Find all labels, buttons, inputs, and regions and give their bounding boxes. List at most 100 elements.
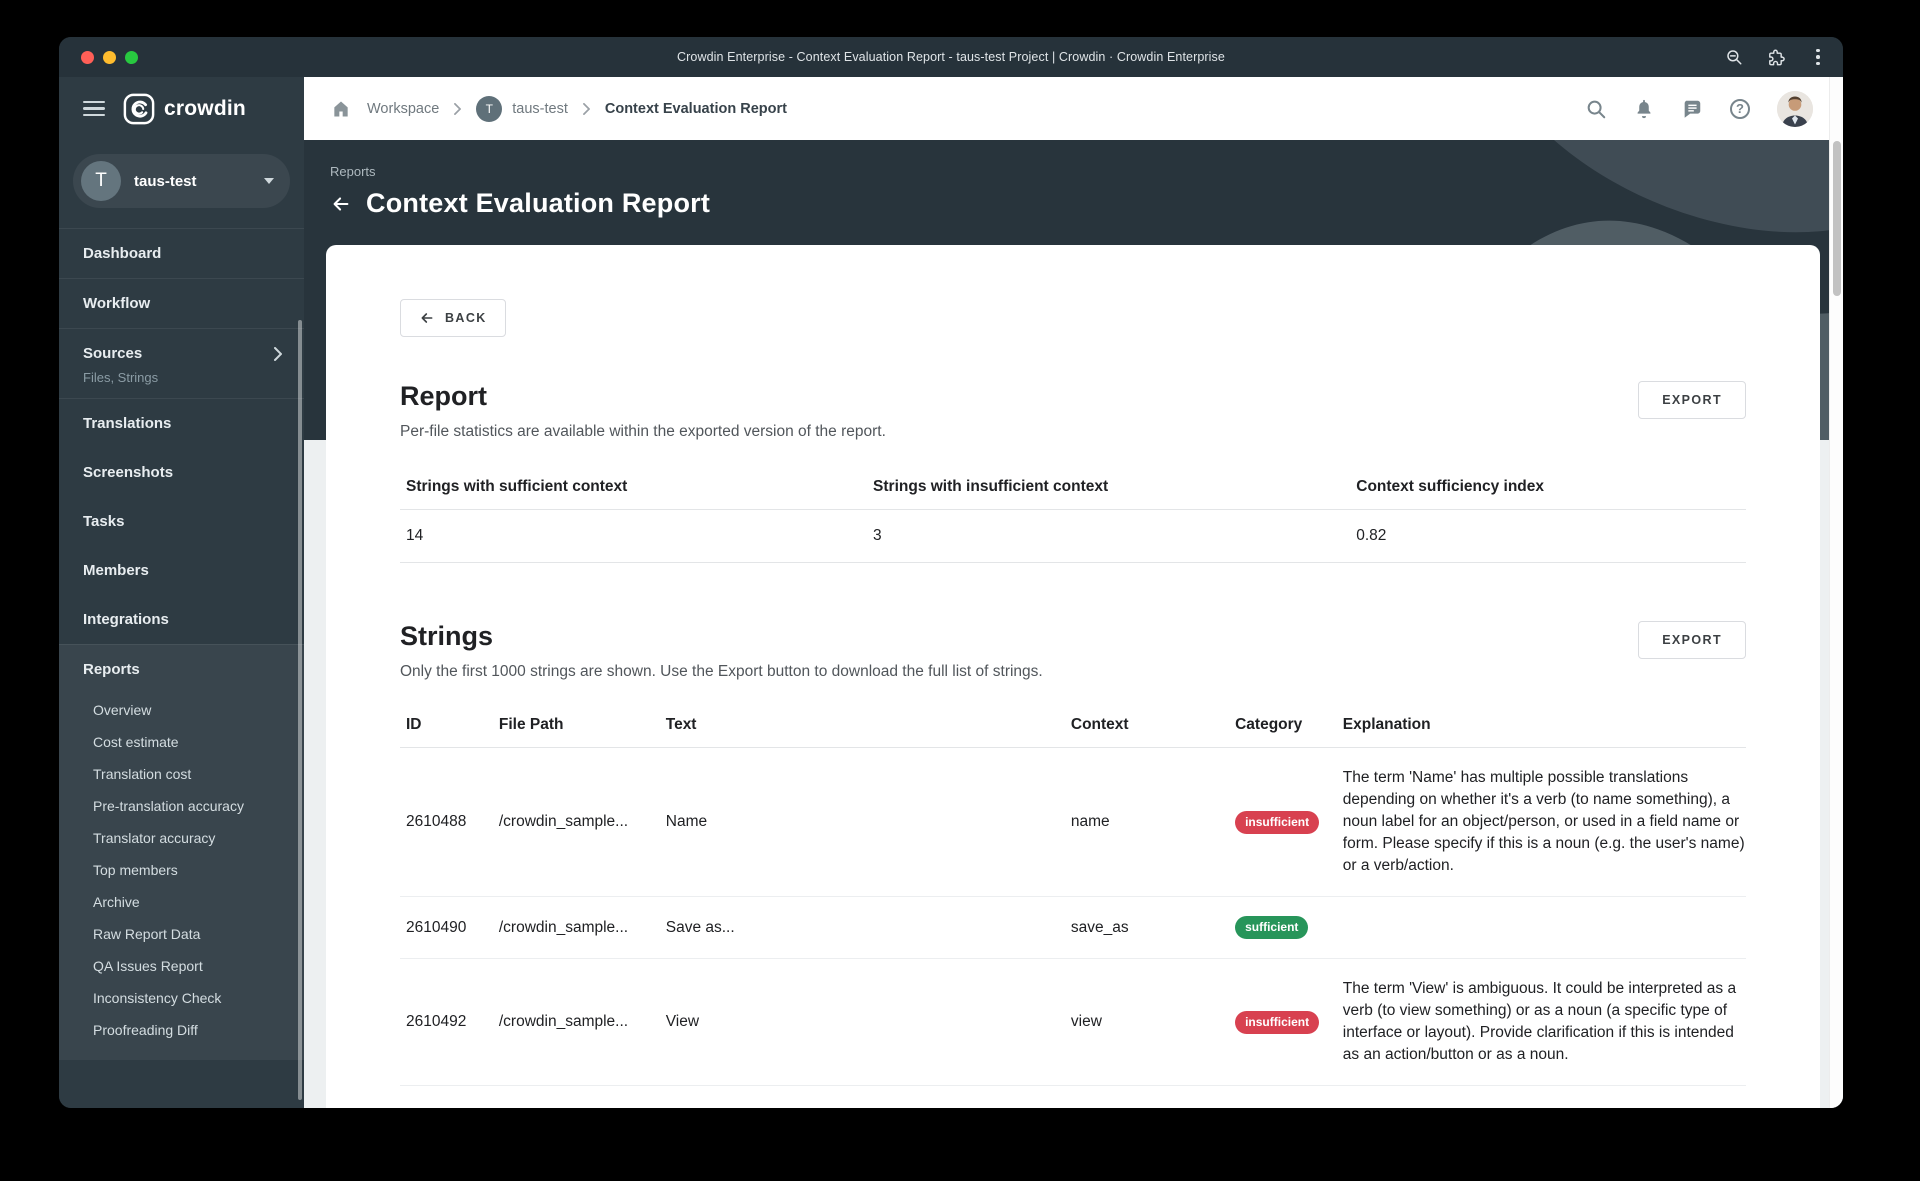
page-scrollbar[interactable]: [1829, 77, 1843, 1108]
string-text: Save as...: [665, 918, 735, 936]
sidebar-item-integrations[interactable]: Integrations: [59, 595, 304, 644]
breadcrumb-current: Context Evaluation Report: [604, 100, 787, 117]
chevron-right-icon: [582, 102, 590, 115]
sidebar-item-raw-report-data[interactable]: Raw Report Data: [59, 918, 304, 950]
report-section-title: Report: [400, 381, 487, 411]
strings-table: ID File Path Text Context Category Expla…: [400, 703, 1746, 1086]
page-eyebrow: Reports: [330, 164, 376, 179]
stat-sufficient-value: 14: [406, 527, 424, 544]
string-file-path: /crowdin_sample...: [498, 918, 629, 936]
string-explanation: The term 'View' is ambiguous. It could b…: [1342, 980, 1737, 1063]
sources-sublabel: Files, Strings: [83, 370, 159, 385]
browser-window: Crowdin Enterprise - Context Evaluation …: [59, 37, 1843, 1108]
sidebar-item-translator-accuracy[interactable]: Translator accuracy: [59, 822, 304, 854]
extensions-icon[interactable]: [1767, 48, 1785, 66]
scrollbar-thumb[interactable]: [1833, 141, 1841, 296]
report-card: BACK Report Per-file statistics are avai…: [326, 245, 1820, 1108]
page-content: Reports Context Evaluation Report BACK R…: [304, 140, 1843, 1108]
project-avatar-small: T: [476, 95, 503, 122]
back-arrow-icon[interactable]: [330, 193, 352, 215]
string-file-path: /crowdin_sample...: [498, 813, 629, 830]
strings-section-title: Strings: [400, 621, 494, 651]
string-id: 2610492: [406, 1013, 467, 1030]
breadcrumb: Workspace T taus-test Context Evaluation…: [330, 95, 787, 122]
strings-table-header: ID File Path Text Context Category Expla…: [400, 703, 1746, 748]
sidebar-item-dashboard[interactable]: Dashboard: [59, 229, 304, 278]
hamburger-menu-icon[interactable]: [83, 100, 105, 117]
browser-tab-title: Crowdin Enterprise - Context Evaluation …: [677, 50, 1225, 64]
string-context: save_as: [1070, 918, 1129, 936]
zoom-out-icon[interactable]: [1725, 48, 1743, 66]
project-name: taus-test: [134, 172, 197, 190]
stats-row: 14 3 0.82: [400, 510, 1746, 563]
stats-header-insufficient: Strings with insufficient context: [873, 478, 1109, 495]
strings-section-subtitle: Only the first 1000 strings are shown. U…: [400, 663, 1043, 680]
sidebar-item-reports[interactable]: Reports: [59, 645, 304, 694]
sidebar-item-pre-translation-accuracy[interactable]: Pre-translation accuracy: [59, 790, 304, 822]
table-row: 2610488 /crowdin_sample... Name name ins…: [400, 748, 1746, 897]
project-selector[interactable]: T taus-test: [73, 154, 290, 208]
sidebar-item-tasks[interactable]: Tasks: [59, 497, 304, 546]
home-icon[interactable]: [330, 98, 352, 120]
stat-index-value: 0.82: [1356, 527, 1387, 544]
string-text: View: [665, 1013, 700, 1030]
string-explanation: [1337, 909, 1746, 947]
stats-header-index: Context sufficiency index: [1356, 478, 1545, 495]
sidebar-item-screenshots[interactable]: Screenshots: [59, 448, 304, 497]
table-row: 2610490 /crowdin_sample... Save as... sa…: [400, 897, 1746, 959]
sidebar-item-translations[interactable]: Translations: [59, 399, 304, 448]
project-avatar: T: [81, 161, 121, 201]
sidebar-item-workflow[interactable]: Workflow: [59, 279, 304, 328]
sidebar-item-members[interactable]: Members: [59, 546, 304, 595]
breadcrumb-project[interactable]: T taus-test: [476, 95, 568, 122]
string-text: Name: [665, 813, 708, 830]
sidebar-item-cost-estimate[interactable]: Cost estimate: [59, 726, 304, 758]
table-row: 2610492 /crowdin_sample... View view ins…: [400, 959, 1746, 1086]
messages-icon[interactable]: [1681, 98, 1703, 120]
search-icon[interactable]: [1585, 98, 1607, 120]
breadcrumb-workspace[interactable]: Workspace: [367, 101, 439, 117]
strings-export-button[interactable]: EXPORT: [1638, 621, 1746, 659]
string-context: view: [1070, 1013, 1102, 1030]
sidebar-item-overview[interactable]: Overview: [59, 694, 304, 726]
app-header: Workspace T taus-test Context Evaluation…: [304, 77, 1843, 140]
stats-header-sufficient: Strings with sufficient context: [406, 478, 628, 495]
string-file-path: /crowdin_sample...: [498, 1013, 629, 1030]
sidebar-nav: Dashboard Workflow Sources Files, String…: [59, 228, 304, 1060]
category-badge: insufficient: [1235, 810, 1320, 834]
string-id: 2610490: [406, 918, 467, 936]
chevron-right-icon: [454, 102, 462, 115]
crowdin-logo-icon: [123, 93, 155, 124]
sidebar-item-qa-issues-report[interactable]: QA Issues Report: [59, 950, 304, 982]
report-export-button[interactable]: EXPORT: [1638, 381, 1746, 419]
browser-chrome: Crowdin Enterprise - Context Evaluation …: [59, 37, 1843, 77]
sidebar-scrollbar[interactable]: [298, 320, 302, 1100]
crowdin-logo[interactable]: crowdin: [123, 93, 246, 125]
chevron-right-icon: [274, 346, 282, 361]
category-badge: sufficient: [1235, 916, 1309, 939]
sidebar-item-proofreading-diff[interactable]: Proofreading Diff: [59, 1014, 304, 1046]
sidebar-item-translation-cost[interactable]: Translation cost: [59, 758, 304, 790]
brand-name: crowdin: [164, 96, 246, 120]
user-avatar[interactable]: [1777, 90, 1813, 127]
page-title: Context Evaluation Report: [366, 188, 711, 218]
chevron-down-icon: [264, 178, 274, 184]
sidebar-item-top-members[interactable]: Top members: [59, 854, 304, 886]
sidebar-item-inconsistency-check[interactable]: Inconsistency Check: [59, 982, 304, 1014]
browser-menu-icon[interactable]: [1809, 48, 1827, 66]
string-explanation: The term 'Name' has multiple possible tr…: [1342, 769, 1745, 874]
help-icon[interactable]: ?: [1729, 98, 1751, 120]
maximize-window-button[interactable]: [125, 50, 138, 64]
string-id: 2610488: [406, 813, 467, 830]
close-window-button[interactable]: [81, 50, 94, 64]
string-context: name: [1070, 813, 1110, 830]
back-button[interactable]: BACK: [400, 299, 506, 337]
sidebar: crowdin T taus-test Dashboard Workflow S…: [59, 77, 304, 1108]
minimize-window-button[interactable]: [103, 50, 116, 64]
stat-insufficient-value: 3: [873, 527, 882, 544]
window-controls: [81, 37, 138, 77]
back-arrow-icon: [421, 313, 433, 323]
main-area: Workspace T taus-test Context Evaluation…: [304, 77, 1843, 1108]
notifications-bell-icon[interactable]: [1633, 98, 1655, 120]
sidebar-item-archive[interactable]: Archive: [59, 886, 304, 918]
